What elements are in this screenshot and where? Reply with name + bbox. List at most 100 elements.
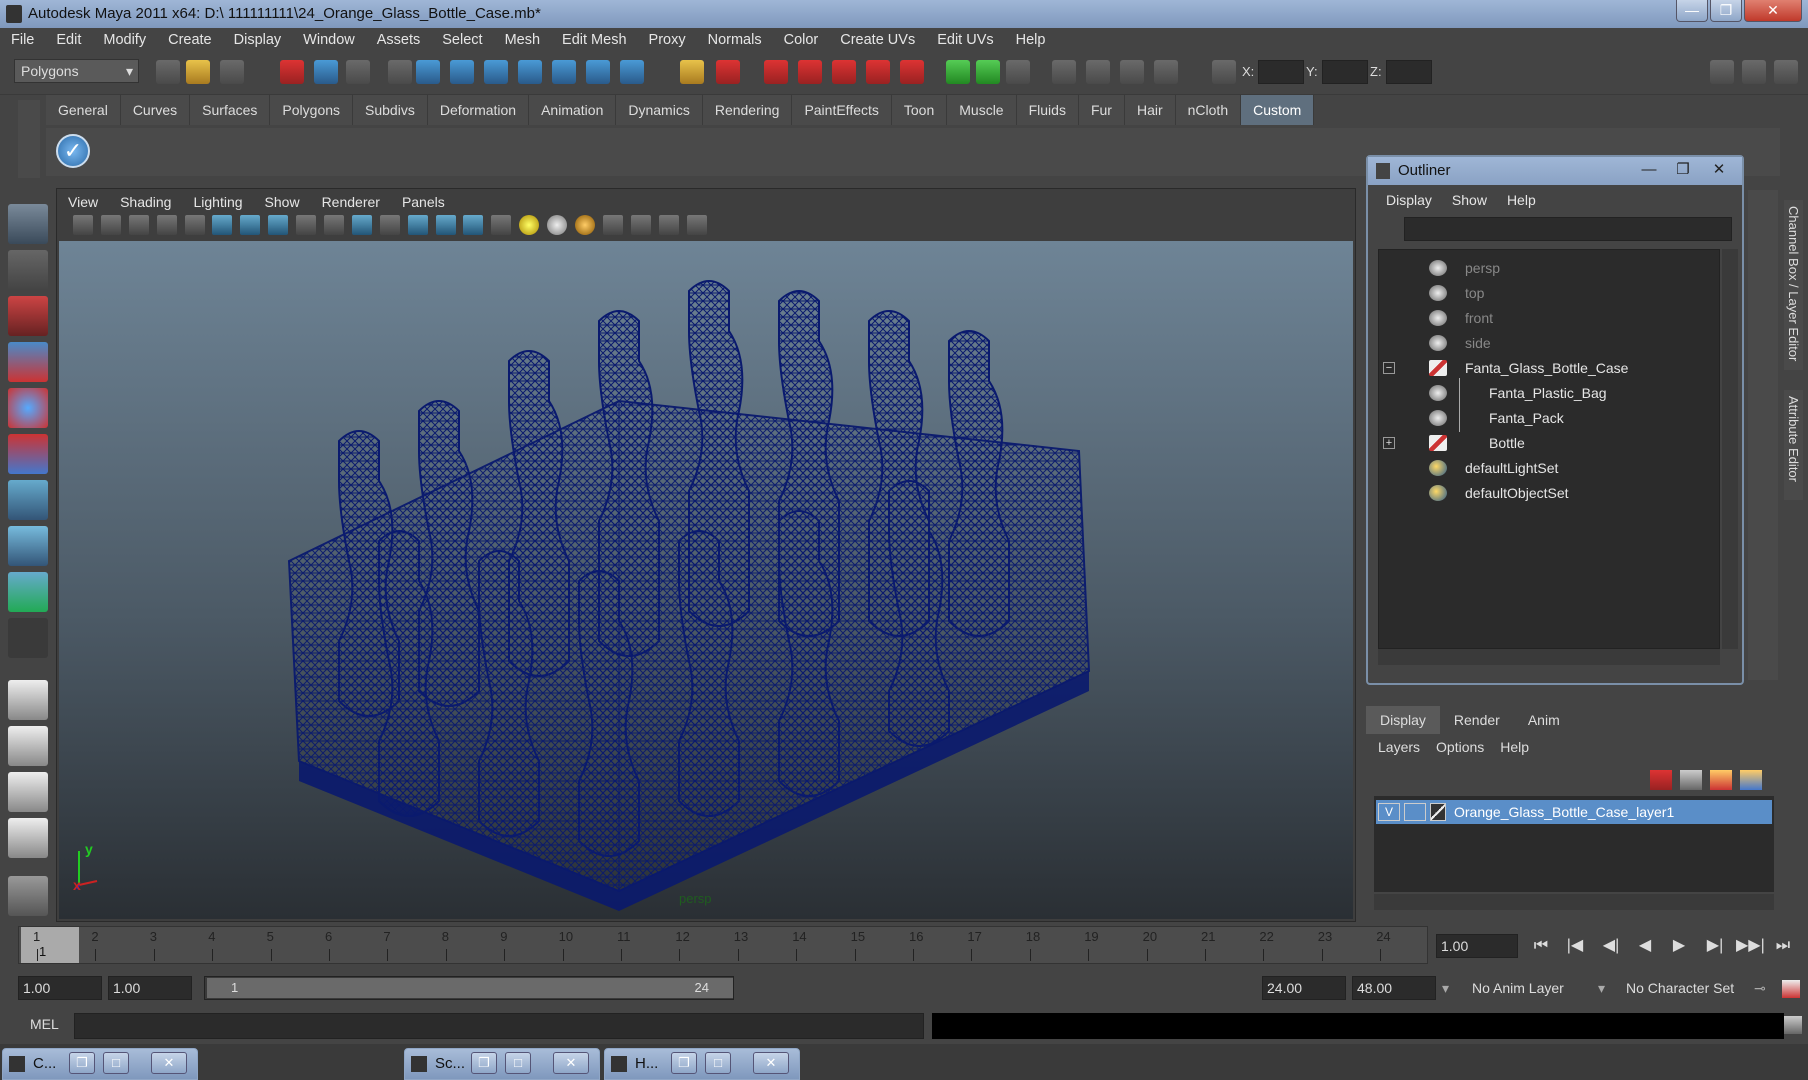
input-ops-icon[interactable] — [946, 60, 970, 84]
render-view-icon[interactable] — [764, 60, 788, 84]
layer-menu-options[interactable]: Options — [1428, 734, 1492, 760]
character-set-selector[interactable]: No Character Set — [1626, 976, 1734, 1000]
four-view-layout-icon[interactable] — [8, 726, 48, 766]
list-item[interactable]: top — [1379, 281, 1719, 305]
smooth-shade-icon[interactable] — [435, 215, 456, 235]
brush-icon[interactable] — [8, 876, 48, 916]
snap-point-icon[interactable] — [484, 60, 508, 84]
field-chart-icon[interactable] — [324, 215, 345, 235]
play-forwards-icon[interactable]: ▶ — [1666, 934, 1692, 958]
shelf-tab-animation[interactable]: Animation — [529, 95, 617, 125]
snap-view-plane-icon[interactable] — [518, 60, 542, 84]
move-layer-up-icon[interactable] — [1650, 770, 1672, 790]
rotate-tool-icon[interactable] — [8, 388, 48, 428]
outliner-menu-display[interactable]: Display — [1376, 185, 1442, 215]
safe-action-icon[interactable] — [351, 215, 372, 235]
outliner-filter-input[interactable] — [1404, 217, 1732, 241]
persp-graph-layout-icon[interactable] — [8, 818, 48, 858]
layer-row[interactable]: V Orange_Glass_Bottle_Case_layer1 — [1376, 800, 1772, 824]
absolute-transform-icon[interactable] — [1212, 60, 1236, 84]
isolate-select-icon[interactable] — [602, 215, 623, 235]
lasso-tool-icon[interactable] — [8, 250, 48, 290]
list-item[interactable]: defaultLightSet — [1379, 456, 1719, 480]
close-icon[interactable]: ✕ — [151, 1052, 187, 1074]
snap-surface-icon[interactable] — [552, 60, 576, 84]
command-input[interactable] — [74, 1013, 924, 1039]
gate-mask-icon[interactable] — [296, 215, 317, 235]
new-scene-icon[interactable] — [156, 60, 180, 84]
bookmarks-icon[interactable] — [128, 215, 149, 235]
start-time-field[interactable]: 1.00 — [18, 976, 102, 1000]
playback-start-field[interactable]: 1.00 — [108, 976, 192, 1000]
output-ops-icon[interactable] — [976, 60, 1000, 84]
show-attribute-editor-icon[interactable] — [1710, 60, 1734, 84]
shelf-tab-dynamics[interactable]: Dynamics — [616, 95, 703, 125]
shelf-tab-fur[interactable]: Fur — [1078, 95, 1125, 125]
menu-edit-uvs[interactable]: Edit UVs — [926, 28, 1004, 53]
render-current-icon[interactable] — [798, 60, 822, 84]
close-icon[interactable]: ✕ — [553, 1052, 589, 1074]
select-object-icon[interactable] — [314, 60, 338, 84]
universal-manipulator-icon[interactable] — [8, 480, 48, 520]
make-live-icon[interactable] — [586, 60, 610, 84]
single-perspective-layout-icon[interactable] — [8, 680, 48, 720]
current-time-field[interactable]: 1.00 — [1436, 934, 1518, 958]
show-channel-box-icon[interactable] — [1774, 60, 1798, 84]
range-slider[interactable]: 1 24 — [204, 976, 734, 1000]
move-layer-down-icon[interactable] — [1680, 770, 1702, 790]
outliner-menu-show[interactable]: Show — [1442, 185, 1497, 215]
layer-menu-layers[interactable]: Layers — [1370, 734, 1428, 760]
maximize-icon[interactable]: □ — [705, 1052, 731, 1074]
menu-create-uvs[interactable]: Create UVs — [829, 28, 926, 53]
shelf-tab-polygons[interactable]: Polygons — [270, 95, 354, 125]
last-tool-slot[interactable] — [8, 618, 48, 658]
shelf-tab-muscle[interactable]: Muscle — [947, 95, 1017, 125]
collapse-icon[interactable]: − — [1383, 362, 1395, 374]
maximize-icon[interactable]: □ — [505, 1052, 531, 1074]
save-scene-icon[interactable] — [220, 60, 244, 84]
layer-horizontal-scrollbar[interactable] — [1374, 894, 1774, 910]
panel-menu-show[interactable]: Show — [254, 189, 311, 215]
help-icon[interactable] — [620, 60, 644, 84]
play-backwards-icon[interactable]: ◀ — [1632, 934, 1658, 958]
list-item[interactable]: Fanta_Pack — [1379, 406, 1719, 430]
shelf-tab-general[interactable]: General — [46, 95, 121, 125]
menu-window[interactable]: Window — [292, 28, 366, 53]
open-scene-icon[interactable] — [186, 60, 210, 84]
shelf-tab-rendering[interactable]: Rendering — [702, 95, 793, 125]
outliner-menu-help[interactable]: Help — [1497, 185, 1546, 215]
attribute-editor-tab[interactable]: Attribute Editor — [1784, 390, 1803, 500]
close-icon[interactable]: ✕ — [753, 1052, 789, 1074]
scale-tool-icon[interactable] — [8, 434, 48, 474]
step-forward-key-icon[interactable]: ▶| — [1702, 934, 1728, 958]
shelf-tab-surfaces[interactable]: Surfaces — [190, 95, 271, 125]
panel-menu-view[interactable]: View — [57, 189, 109, 215]
shelf-tab-ncloth[interactable]: nCloth — [1175, 95, 1242, 125]
shelf-tab-painteffects[interactable]: PaintEffects — [792, 95, 892, 125]
xray-components-icon[interactable] — [686, 215, 707, 235]
minimized-window-3[interactable]: H... ❐ □ ✕ — [604, 1048, 800, 1080]
all-lights-icon[interactable] — [547, 215, 568, 235]
menu-edit-mesh[interactable]: Edit Mesh — [551, 28, 637, 53]
snap-curve-icon[interactable] — [450, 60, 474, 84]
show-manipulator-icon[interactable] — [8, 572, 48, 612]
xray-joints-icon[interactable] — [658, 215, 679, 235]
select-hierarchy-icon[interactable] — [280, 60, 304, 84]
channel-box-icon[interactable] — [1086, 60, 1110, 84]
anim-layer-arrow-icon[interactable]: ▾ — [1442, 976, 1449, 1000]
preferences-icon[interactable] — [1782, 980, 1800, 998]
list-item[interactable]: − Fanta_Glass_Bottle_Case — [1379, 356, 1719, 380]
show-tool-settings-icon[interactable] — [1742, 60, 1766, 84]
layer-color-swatch[interactable] — [1430, 803, 1446, 821]
go-to-start-icon[interactable]: ⏮ — [1528, 934, 1554, 958]
modeling-toolkit-icon[interactable] — [1154, 60, 1178, 84]
persp-outliner-layout-icon[interactable] — [8, 772, 48, 812]
anim-layer-selector[interactable]: No Anim Layer — [1472, 976, 1564, 1000]
panel-menu-panels[interactable]: Panels — [391, 189, 456, 215]
image-plane-icon[interactable] — [156, 215, 177, 235]
outliner-minimize-button[interactable]: — — [1634, 160, 1664, 180]
menu-help[interactable]: Help — [1005, 28, 1057, 53]
time-slider[interactable]: 1 1 2 3 4 5 6 7 8 9 10 11 12 13 14 15 16 17 18 19 20 21 22 23 2… — [18, 926, 1428, 964]
render-settings-icon[interactable] — [866, 60, 890, 84]
expand-icon[interactable]: + — [1383, 437, 1395, 449]
